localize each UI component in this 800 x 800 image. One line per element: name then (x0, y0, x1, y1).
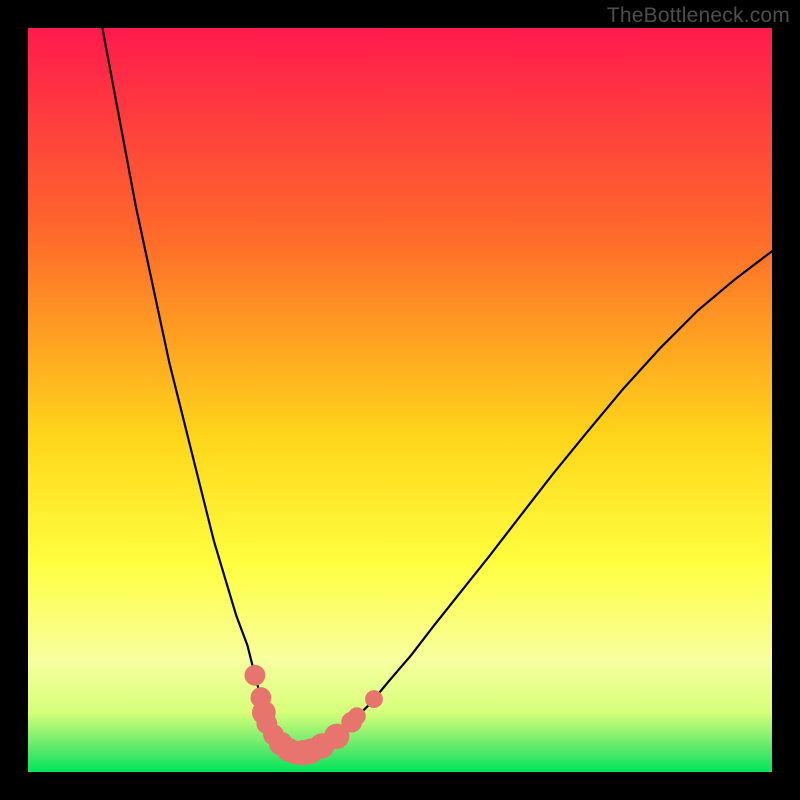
watermark-text: TheBottleneck.com (607, 4, 790, 28)
marker-dot (245, 665, 266, 686)
chart-svg (28, 28, 772, 772)
gradient-background (28, 28, 772, 772)
chart-frame: TheBottleneck.com (0, 0, 800, 800)
marker-dot (348, 707, 366, 725)
plot-area (28, 28, 772, 772)
marker-dot (365, 690, 383, 708)
